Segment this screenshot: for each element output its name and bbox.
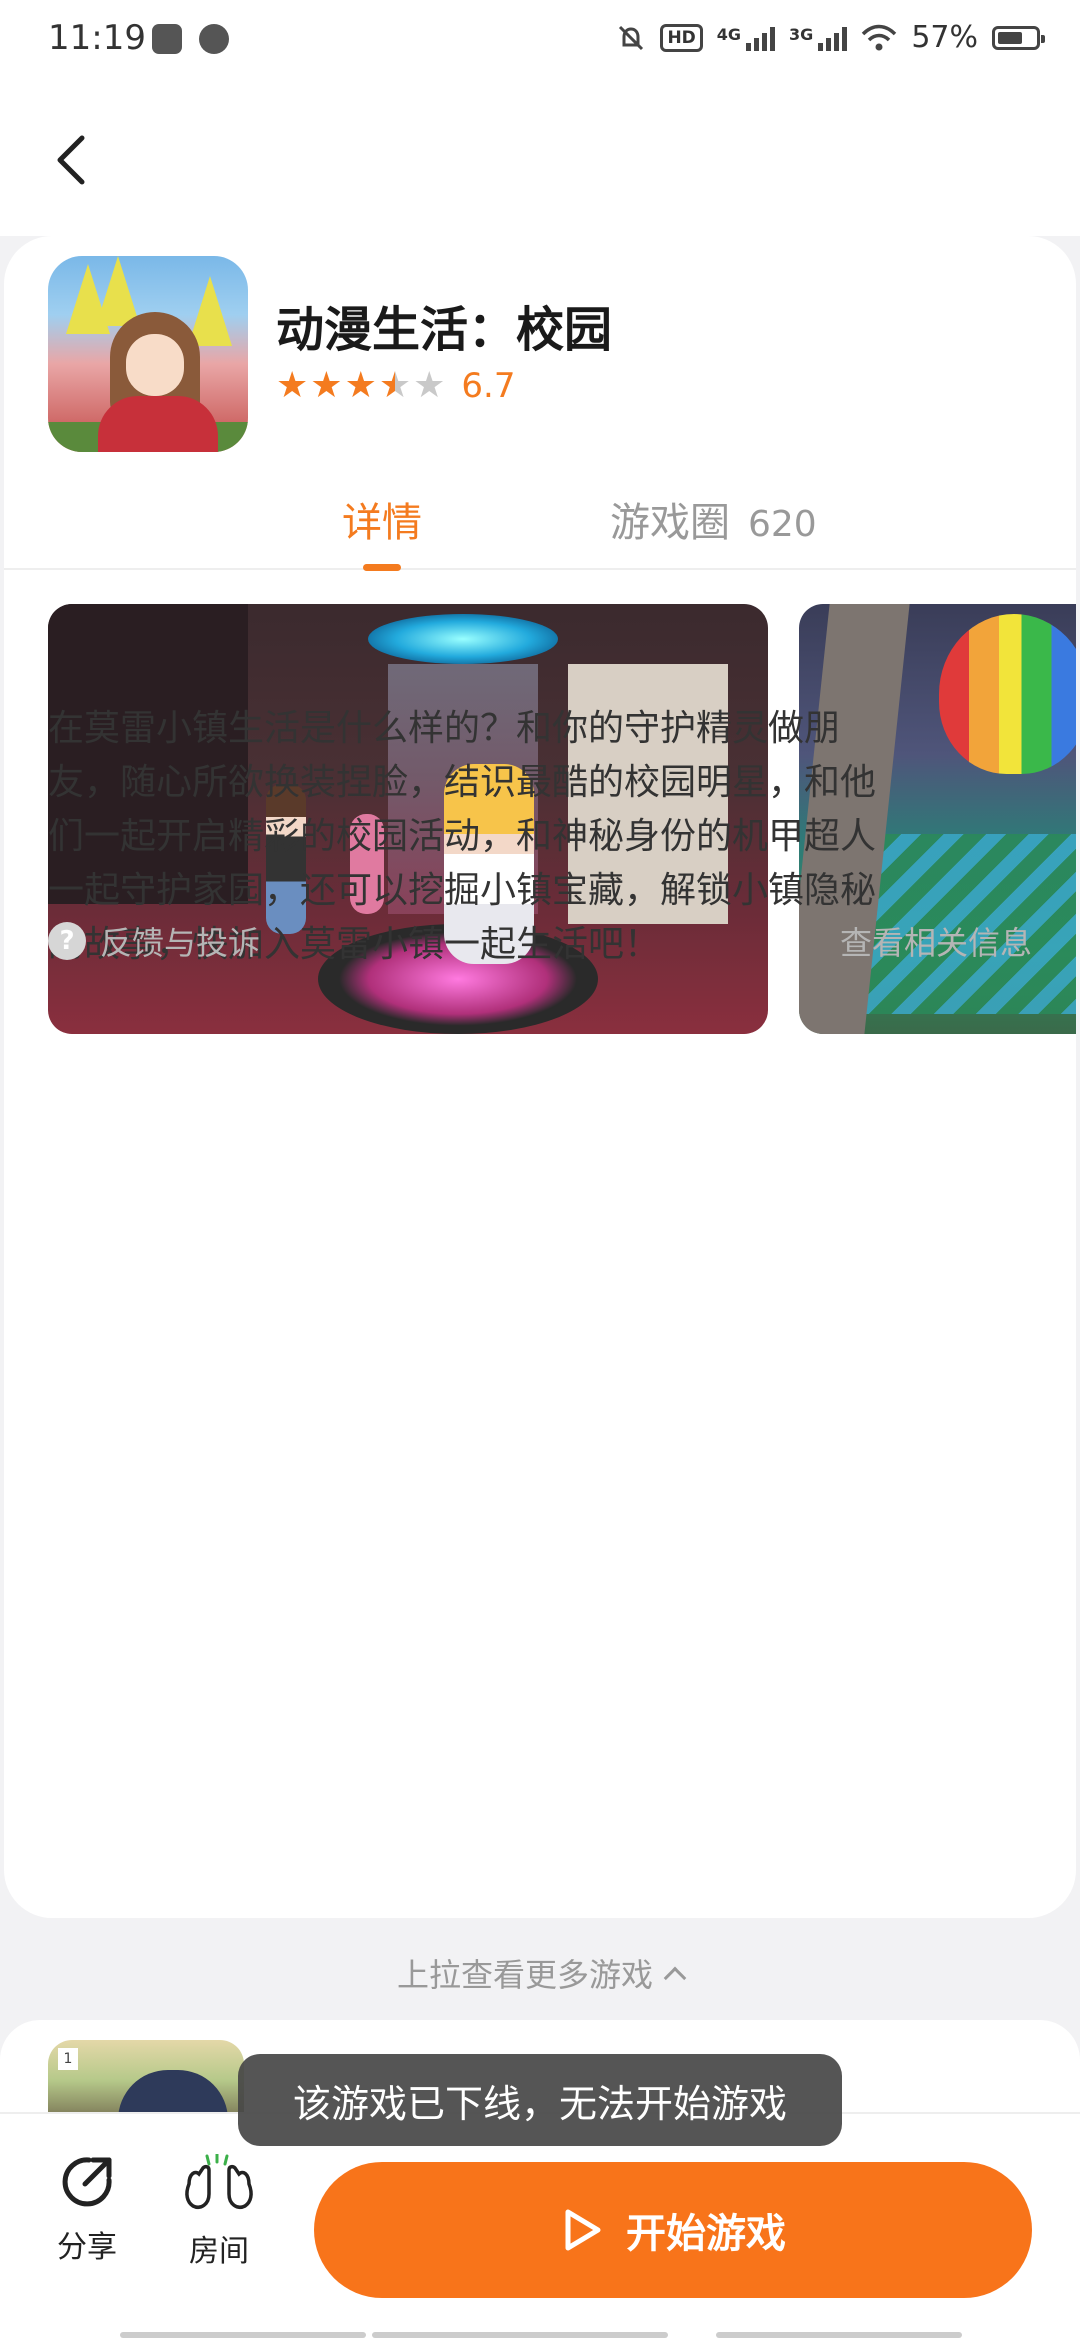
- star-icon: ★: [276, 365, 309, 406]
- start-game-label: 开始游戏: [626, 2211, 786, 2257]
- share-icon: [62, 2157, 112, 2207]
- feedback-label: 反馈与投诉: [100, 924, 261, 962]
- mail-notification-icon: [152, 24, 182, 54]
- star-icon: ★: [310, 365, 343, 406]
- description-line: 们一起开启精彩的校园活动，和神秘身份的机甲超人: [48, 816, 877, 857]
- pull-up-hint[interactable]: 上拉查看更多游戏: [0, 1950, 1080, 1996]
- related-info-link[interactable]: 查看相关信息: [840, 918, 1032, 964]
- signal-3g-icon: 3G: [789, 25, 848, 51]
- offline-toast: 该游戏已下线，无法开始游戏: [238, 2054, 842, 2146]
- question-icon: ?: [48, 922, 86, 960]
- top-bar: [0, 86, 1080, 236]
- tab-game-circle-label: 游戏圈: [610, 500, 730, 546]
- next-game-badge: 1: [58, 2048, 78, 2070]
- clock-notification-icon: [199, 24, 229, 54]
- game-title: 动漫生活：校园: [276, 302, 613, 358]
- signal-4g-icon: 4G: [717, 25, 776, 51]
- tab-details[interactable]: 详情: [342, 490, 422, 548]
- rating-value: 6.7: [461, 366, 516, 406]
- battery-icon: [992, 25, 1045, 50]
- tab-game-circle-count: 620: [748, 504, 817, 545]
- empty-star-icon: ★: [413, 365, 446, 406]
- description-line: 友，随心所欲换装捏脸，结识最酷的校园明星，和他: [48, 762, 877, 803]
- battery-percent: 57%: [911, 20, 978, 55]
- half-star-icon: ★: [378, 365, 412, 406]
- share-button[interactable]: 分享: [32, 2154, 142, 2266]
- feedback-link[interactable]: ? 反馈与投诉: [48, 918, 260, 964]
- game-detail-card: 动漫生活：校园 ★ ★ ★ ★ ★ 6.7 详情 游戏圈 620 在莫雷小镇生活是…: [4, 236, 1076, 1918]
- tab-game-circle[interactable]: 游戏圈 620: [610, 490, 817, 548]
- status-time: 11:19: [48, 18, 146, 58]
- back-arrow-icon[interactable]: [44, 130, 104, 190]
- room-label: 房间: [189, 2234, 249, 2269]
- description-line: 在莫雷小镇生活是什么样的？和你的守护精灵做朋: [48, 708, 841, 749]
- share-label: 分享: [57, 2230, 117, 2265]
- status-bar: 11:19 HD 4G 3G 57%: [0, 0, 1080, 86]
- tab-bar: 详情 游戏圈 620: [4, 472, 1076, 570]
- wifi-icon: [862, 24, 897, 50]
- waving-hands-icon: [185, 2152, 253, 2209]
- play-icon: [565, 2209, 601, 2251]
- chevron-up-icon: [663, 1966, 687, 1990]
- room-button[interactable]: 房间: [164, 2152, 274, 2270]
- star-icon: ★: [344, 365, 377, 406]
- rating: ★ ★ ★ ★ ★ 6.7: [276, 365, 516, 407]
- pull-up-label: 上拉查看更多游戏: [396, 1956, 653, 1994]
- system-gesture-bar: [0, 2330, 1080, 2340]
- hd-icon: HD: [660, 23, 703, 52]
- tab-details-label: 详情: [342, 500, 422, 546]
- description-line: 一起守护家园，还可以挖掘小镇宝藏，解锁小镇隐秘: [48, 870, 877, 911]
- game-app-icon: [48, 256, 248, 452]
- start-game-button[interactable]: 开始游戏: [314, 2162, 1032, 2298]
- mute-bell-icon: [619, 25, 644, 50]
- bottom-action-bar: 分享 房间 开始游戏: [0, 2112, 1080, 2340]
